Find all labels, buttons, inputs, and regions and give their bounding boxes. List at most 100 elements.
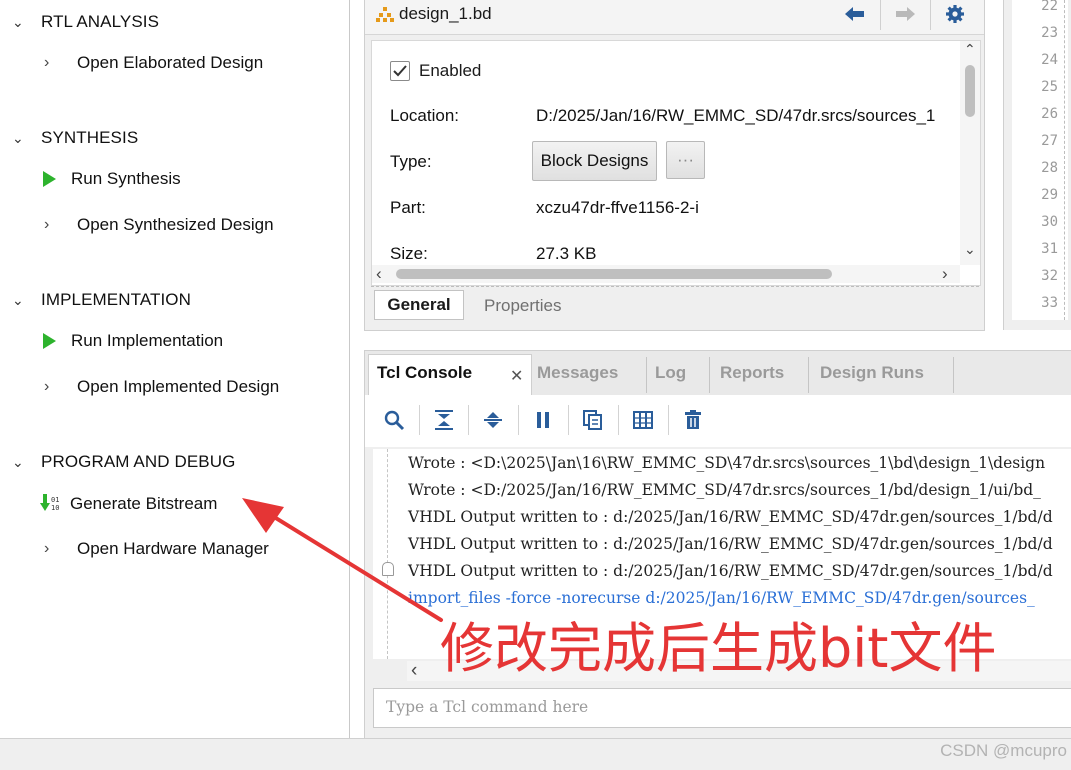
trash-icon[interactable] bbox=[682, 409, 704, 431]
line-number: 23 bbox=[1041, 25, 1058, 41]
toolbar-separator bbox=[568, 405, 569, 435]
chevron-right-icon: › bbox=[44, 54, 50, 71]
tab-properties[interactable]: Properties bbox=[484, 296, 561, 316]
pause-icon[interactable] bbox=[532, 409, 554, 431]
vertical-scroll-thumb[interactable] bbox=[965, 65, 975, 117]
tab-reports[interactable]: Reports bbox=[720, 351, 784, 395]
line-number: 29 bbox=[1041, 187, 1058, 203]
tab-separator bbox=[709, 357, 710, 393]
horizontal-scrollbar[interactable]: ‹ › bbox=[372, 264, 960, 284]
search-icon[interactable] bbox=[383, 409, 405, 431]
scroll-up-icon[interactable]: ⌃ bbox=[964, 41, 976, 58]
forward-arrow-icon[interactable] bbox=[895, 6, 915, 22]
tab-separator bbox=[808, 357, 809, 393]
console-toolbar bbox=[365, 395, 1071, 447]
close-tab-icon[interactable]: ✕ bbox=[510, 366, 523, 386]
svg-text:01: 01 bbox=[51, 496, 59, 504]
enabled-label: Enabled bbox=[419, 61, 482, 80]
section-program-and-debug[interactable]: ⌄ PROGRAM AND DEBUG bbox=[12, 452, 235, 472]
properties-header: design_1.bd bbox=[365, 0, 984, 35]
properties-body: Enabled Location: D:/2025/Jan/16/RW_EMMC… bbox=[371, 40, 981, 286]
scroll-left-icon[interactable]: ‹ bbox=[376, 264, 382, 284]
line-number: 25 bbox=[1041, 79, 1058, 95]
header-divider bbox=[930, 0, 931, 30]
toolbar-separator bbox=[468, 405, 469, 435]
run-synthesis[interactable]: Run Synthesis bbox=[43, 169, 181, 189]
checkmark-icon bbox=[393, 65, 407, 77]
nav-item-label: Generate Bitstream bbox=[70, 494, 218, 513]
generate-bitstream[interactable]: 01 10 Generate Bitstream bbox=[40, 493, 217, 515]
line-number: 28 bbox=[1041, 160, 1058, 176]
gear-icon[interactable] bbox=[945, 4, 965, 24]
expand-all-icon[interactable] bbox=[482, 409, 504, 431]
copy-icon[interactable] bbox=[582, 409, 604, 431]
section-title: SYNTHESIS bbox=[41, 128, 139, 147]
open-synthesized-design[interactable]: › Open Synthesized Design bbox=[44, 215, 274, 235]
tab-tcl-console[interactable]: Tcl Console bbox=[377, 351, 472, 395]
enabled-checkbox[interactable] bbox=[390, 61, 410, 81]
annotation-arrow bbox=[242, 498, 443, 622]
tab-divider bbox=[371, 286, 979, 288]
run-play-icon bbox=[43, 171, 56, 187]
tcl-command-input[interactable]: Type a Tcl command here bbox=[373, 688, 1071, 728]
scroll-down-icon[interactable]: ⌄ bbox=[964, 241, 976, 258]
line-number: 27 bbox=[1041, 133, 1058, 149]
collapse-all-icon[interactable] bbox=[433, 409, 455, 431]
tab-design-runs[interactable]: Design Runs bbox=[820, 351, 924, 395]
section-implementation[interactable]: ⌄ IMPLEMENTATION bbox=[12, 290, 191, 310]
back-arrow-icon[interactable] bbox=[845, 6, 865, 22]
log-line: VHDL Output written to : d:/2025/Jan/16/… bbox=[408, 535, 1053, 553]
tab-separator bbox=[953, 357, 954, 393]
source-file-properties-panel: design_1.bd Enabled Location: D:/2025/Ja… bbox=[364, 0, 985, 331]
status-bar bbox=[0, 738, 1071, 770]
scroll-left-icon[interactable]: ‹ bbox=[411, 660, 417, 682]
nav-item-label: Run Implementation bbox=[71, 331, 224, 350]
block-designs-button[interactable]: Block Designs bbox=[532, 141, 657, 181]
chevron-down-icon: ⌄ bbox=[12, 13, 24, 30]
tab-messages[interactable]: Messages bbox=[537, 351, 618, 395]
tab-separator bbox=[646, 357, 647, 393]
command-placeholder: Type a Tcl command here bbox=[386, 698, 589, 716]
more-options-button[interactable]: ··· bbox=[666, 141, 705, 179]
header-divider bbox=[880, 0, 881, 30]
log-line: Wrote : <D:/2025/Jan/16/RW_EMMC_SD/47dr.… bbox=[408, 481, 1041, 499]
toolbar-separator bbox=[668, 405, 669, 435]
section-rtl-analysis[interactable]: ⌄ RTL ANALYSIS bbox=[12, 12, 159, 32]
section-title: IMPLEMENTATION bbox=[41, 290, 192, 309]
type-label: Type: bbox=[390, 152, 432, 171]
nav-item-label: Open Elaborated Design bbox=[77, 53, 264, 72]
scroll-right-icon[interactable]: › bbox=[942, 264, 948, 284]
line-number: 30 bbox=[1041, 214, 1058, 230]
nav-item-label: Open Synthesized Design bbox=[77, 215, 274, 234]
block-design-icon bbox=[376, 7, 394, 22]
line-number: 26 bbox=[1041, 106, 1058, 122]
open-implemented-design[interactable]: › Open Implemented Design bbox=[44, 377, 279, 397]
section-title: RTL ANALYSIS bbox=[41, 12, 160, 31]
log-line: Wrote : <D:\2025\Jan\16\RW_EMMC_SD\47dr.… bbox=[408, 454, 1046, 472]
run-implementation[interactable]: Run Implementation bbox=[43, 331, 223, 351]
watermark: CSDN @mcupro bbox=[940, 741, 1067, 760]
toolbar-separator bbox=[518, 405, 519, 435]
chevron-right-icon: › bbox=[44, 378, 50, 395]
chevron-right-icon: › bbox=[44, 216, 50, 233]
line-number: 31 bbox=[1041, 241, 1058, 257]
chevron-down-icon: ⌄ bbox=[12, 453, 24, 470]
toolbar-separator bbox=[419, 405, 420, 435]
open-elaborated-design[interactable]: › Open Elaborated Design bbox=[44, 53, 263, 73]
bitstream-icon: 01 10 bbox=[40, 494, 59, 512]
line-number: 24 bbox=[1041, 52, 1058, 68]
location-label: Location: bbox=[390, 106, 459, 125]
toolbar-separator bbox=[618, 405, 619, 435]
annotation-text: 修改完成后生成bit文件 bbox=[440, 617, 997, 680]
vertical-scrollbar[interactable]: ⌃ ⌄ bbox=[960, 41, 980, 265]
line-number: 32 bbox=[1041, 268, 1058, 284]
location-value: D:/2025/Jan/16/RW_EMMC_SD/47dr.srcs/sour… bbox=[536, 106, 936, 125]
part-value: xczu47dr-ffve1156-2-i bbox=[536, 198, 699, 217]
table-view-icon[interactable] bbox=[632, 409, 654, 431]
horizontal-scroll-thumb[interactable] bbox=[396, 269, 832, 279]
tab-general[interactable]: General bbox=[374, 290, 464, 320]
size-label: Size: bbox=[390, 244, 428, 263]
section-synthesis[interactable]: ⌄ SYNTHESIS bbox=[12, 128, 138, 148]
log-line: VHDL Output written to : d:/2025/Jan/16/… bbox=[408, 508, 1053, 526]
tab-log[interactable]: Log bbox=[655, 351, 686, 395]
